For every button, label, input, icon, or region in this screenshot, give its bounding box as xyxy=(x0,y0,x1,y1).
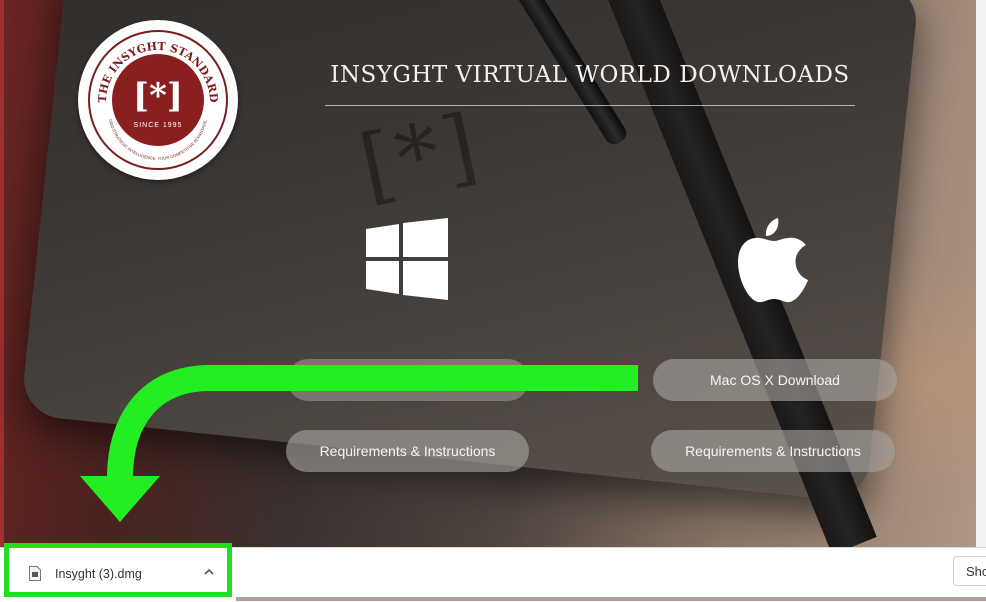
bottom-strip xyxy=(236,597,986,601)
chevron-up-icon[interactable] xyxy=(202,565,216,579)
mac-requirements-button[interactable]: Requirements & Instructions xyxy=(651,430,895,472)
show-all-button[interactable]: Sho xyxy=(953,556,986,586)
window-edge-left xyxy=(0,0,4,601)
window-edge-right xyxy=(976,0,986,601)
seal-mark: [*] xyxy=(133,76,183,116)
seal-since: SINCE 1995 xyxy=(133,122,183,129)
download-file-name[interactable]: Insyght (3).dmg xyxy=(55,567,142,581)
file-icon xyxy=(29,566,41,581)
insyght-seal-logo[interactable]: THE INSYGHT STANDARD GEO-STRATEGIC INTEL… xyxy=(78,20,238,180)
page-title: INSYGHT VIRTUAL WORLD DOWNLOADS xyxy=(330,62,850,88)
download-page: [*] THE INSYGHT STANDARD GEO-STRATEGIC I… xyxy=(0,0,986,601)
title-divider xyxy=(325,105,855,106)
seal-core: [*] SINCE 1995 xyxy=(112,54,204,146)
windows-download-button[interactable] xyxy=(287,359,529,401)
download-item[interactable]: Insyght (3).dmg xyxy=(4,543,232,597)
windows-logo-icon xyxy=(366,218,448,300)
mac-download-button[interactable]: Mac OS X Download xyxy=(653,359,897,401)
windows-requirements-button[interactable]: Requirements & Instructions xyxy=(286,430,529,472)
apple-logo-icon xyxy=(738,218,808,303)
